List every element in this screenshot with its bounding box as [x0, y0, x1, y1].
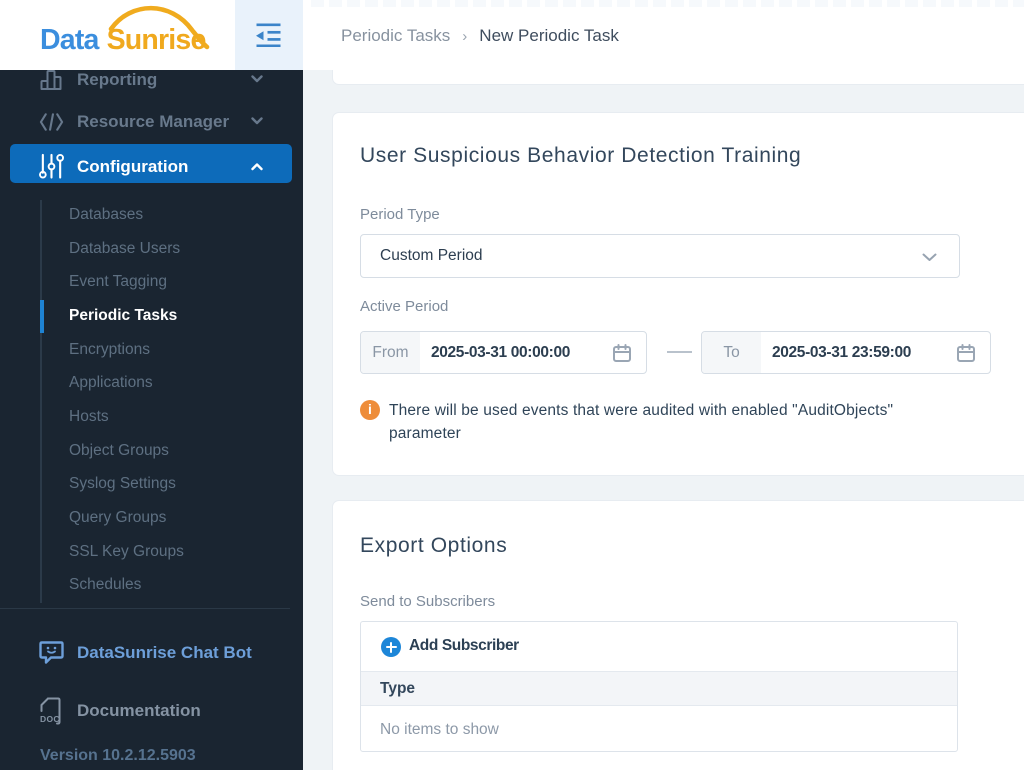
- svg-text:DOC: DOC: [40, 714, 60, 724]
